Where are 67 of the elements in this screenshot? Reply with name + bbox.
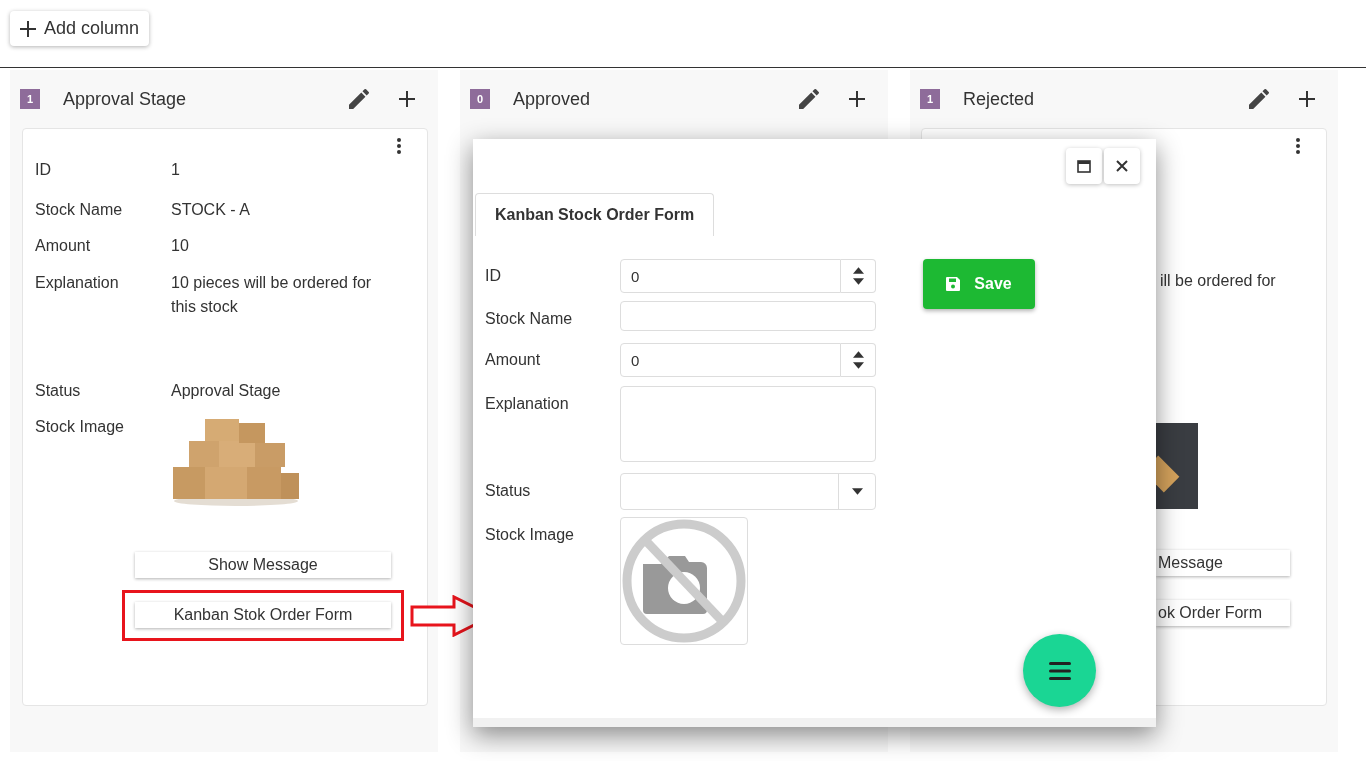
count-badge: 1 (920, 89, 940, 109)
field-label: ID (35, 161, 51, 178)
up-arrow-icon (852, 351, 864, 358)
more-icon (1296, 138, 1300, 154)
number-field[interactable]: 0 (620, 259, 841, 293)
plus-icon (1299, 91, 1315, 107)
card-action-button[interactable]: ok Order Form (1156, 600, 1290, 626)
add-column-button[interactable]: Add column (10, 11, 150, 46)
text-field[interactable] (620, 301, 876, 331)
up-arrow-icon (852, 267, 864, 274)
edit-button[interactable] (348, 88, 370, 110)
field-label: Stock Image (485, 525, 575, 545)
no-photo-icon (621, 518, 747, 644)
form-tab[interactable]: Kanban Stock Order Form (475, 193, 715, 236)
field-value: ill be ordered for (1160, 271, 1276, 291)
save-icon (946, 277, 961, 291)
pencil-icon (349, 89, 369, 109)
field-value: STOCK - A (171, 200, 251, 220)
column-title: Rejected (963, 87, 1036, 111)
field-label: ID (485, 266, 502, 286)
pencil-icon (1249, 89, 1269, 109)
window-icon (1077, 159, 1091, 173)
field-label: Amount (35, 237, 91, 254)
field-label: Status (35, 382, 81, 399)
image-upload-field[interactable] (620, 517, 748, 645)
edit-button[interactable] (798, 88, 820, 110)
plus-icon (849, 91, 865, 107)
field-label: Status (485, 481, 532, 501)
field-label: Explanation (35, 274, 119, 291)
field-label: Stock Name (35, 201, 123, 218)
column-title: Approval Stage (63, 87, 188, 111)
field-label: Stock Name (485, 309, 574, 329)
field-value: 1 (171, 160, 181, 180)
count-badge: 0 (470, 89, 490, 109)
count-badge: 1 (20, 89, 40, 109)
menu-icon (1048, 661, 1071, 680)
card-action-button[interactable]: Kanban Stok Order Form (135, 602, 391, 628)
menu-button[interactable] (1023, 634, 1096, 707)
spinner-button[interactable] (841, 259, 876, 293)
dropdown-field[interactable] (620, 473, 876, 510)
edit-button[interactable] (1248, 88, 1270, 110)
spinner-button[interactable] (841, 343, 876, 377)
plus-icon (399, 91, 415, 107)
field-value: Approval Stage (171, 381, 282, 401)
pencil-icon (799, 89, 819, 109)
field-value: 10 (171, 236, 190, 256)
card-action-button[interactable]: Message (1156, 550, 1290, 576)
add-card-button[interactable] (396, 88, 418, 110)
field-label: Explanation (485, 394, 570, 414)
plus-icon (20, 20, 36, 37)
down-arrow-icon (852, 278, 864, 285)
caret-icon (851, 488, 863, 495)
number-field[interactable]: 0 (620, 343, 841, 377)
close-button[interactable] (1104, 148, 1140, 184)
field-value: 10 pieces will be ordered for this stock (171, 273, 373, 317)
more-button[interactable] (394, 137, 404, 155)
field-label: Stock Image (35, 418, 124, 435)
down-arrow-icon (852, 362, 864, 369)
field-label: Amount (485, 350, 542, 370)
column-title: Approved (513, 87, 592, 111)
add-card-button[interactable] (846, 88, 868, 110)
close-icon (1116, 160, 1128, 172)
more-icon (397, 138, 401, 154)
add-card-button[interactable] (1296, 88, 1318, 110)
more-button[interactable] (1293, 137, 1303, 155)
card-action-button[interactable]: Show Message (135, 552, 391, 578)
maximize-button[interactable] (1066, 148, 1102, 184)
